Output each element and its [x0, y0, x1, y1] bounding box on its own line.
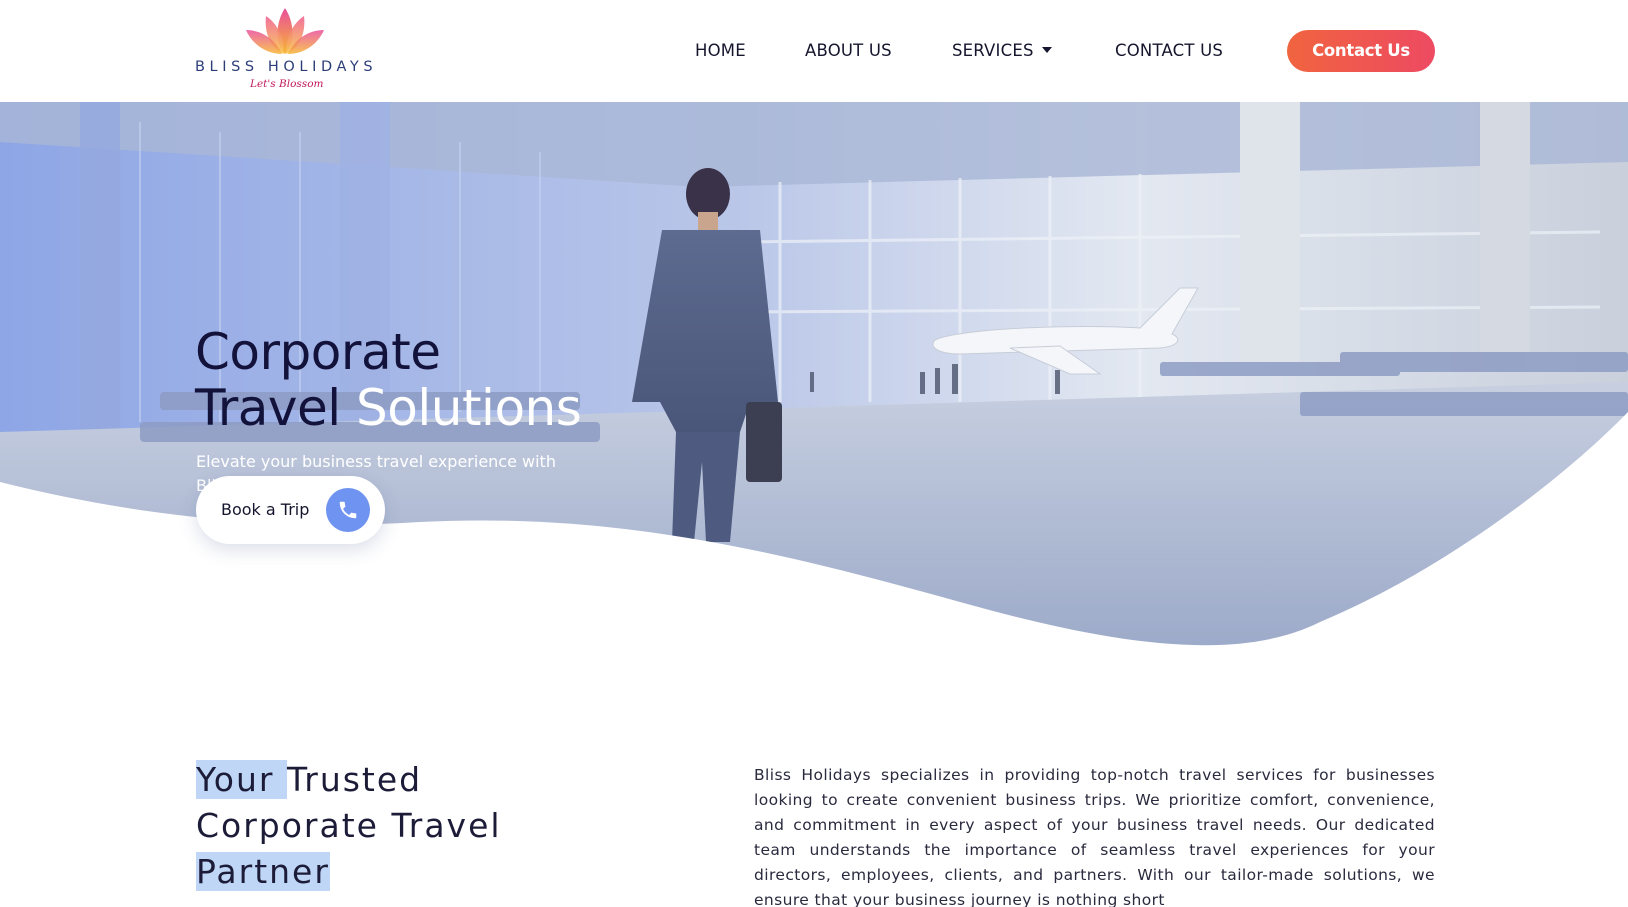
- hero-title-line2-dark: Travel: [195, 379, 341, 437]
- hero-title-line2-light: Solutions: [356, 379, 582, 437]
- book-a-trip-label: Book a Trip: [221, 500, 310, 519]
- partner-heading-line2: Corporate Travel: [196, 806, 502, 845]
- lotus-icon: [246, 8, 324, 54]
- book-a-trip-button[interactable]: Book a Trip: [196, 476, 385, 544]
- partner-heading: Your Trusted Corporate Travel Partner: [196, 757, 526, 895]
- nav-services[interactable]: SERVICES: [952, 41, 1052, 60]
- partner-heading-highlight-3: Partner: [196, 852, 330, 891]
- phone-icon: [326, 488, 370, 532]
- partner-heading-line1-rest: Trusted: [286, 760, 423, 799]
- contact-us-button[interactable]: Contact Us: [1287, 30, 1435, 72]
- nav-contact-us[interactable]: CONTACT US: [1115, 41, 1223, 60]
- hero-section: Corporate Travel Solutions Elevate your …: [0, 102, 1628, 662]
- nav-services-label: SERVICES: [952, 41, 1034, 60]
- nav-about-us[interactable]: ABOUT US: [805, 41, 892, 60]
- hero-title-line1: Corporate: [195, 323, 441, 381]
- logo-tagline: Let's Blossom: [250, 78, 324, 90]
- hero-title: Corporate Travel Solutions: [195, 323, 582, 437]
- logo[interactable]: BLISS HOLIDAYS Let's Blossom: [192, 6, 382, 92]
- site-header: BLISS HOLIDAYS Let's Blossom HOME ABOUT …: [0, 0, 1628, 102]
- logo-wordmark: BLISS HOLIDAYS: [195, 59, 378, 75]
- caret-down-icon: [1041, 46, 1052, 53]
- nav-home[interactable]: HOME: [695, 41, 746, 60]
- partner-description: Bliss Holidays specializes in providing …: [754, 766, 1435, 907]
- partner-heading-highlight-1: Your: [196, 760, 287, 799]
